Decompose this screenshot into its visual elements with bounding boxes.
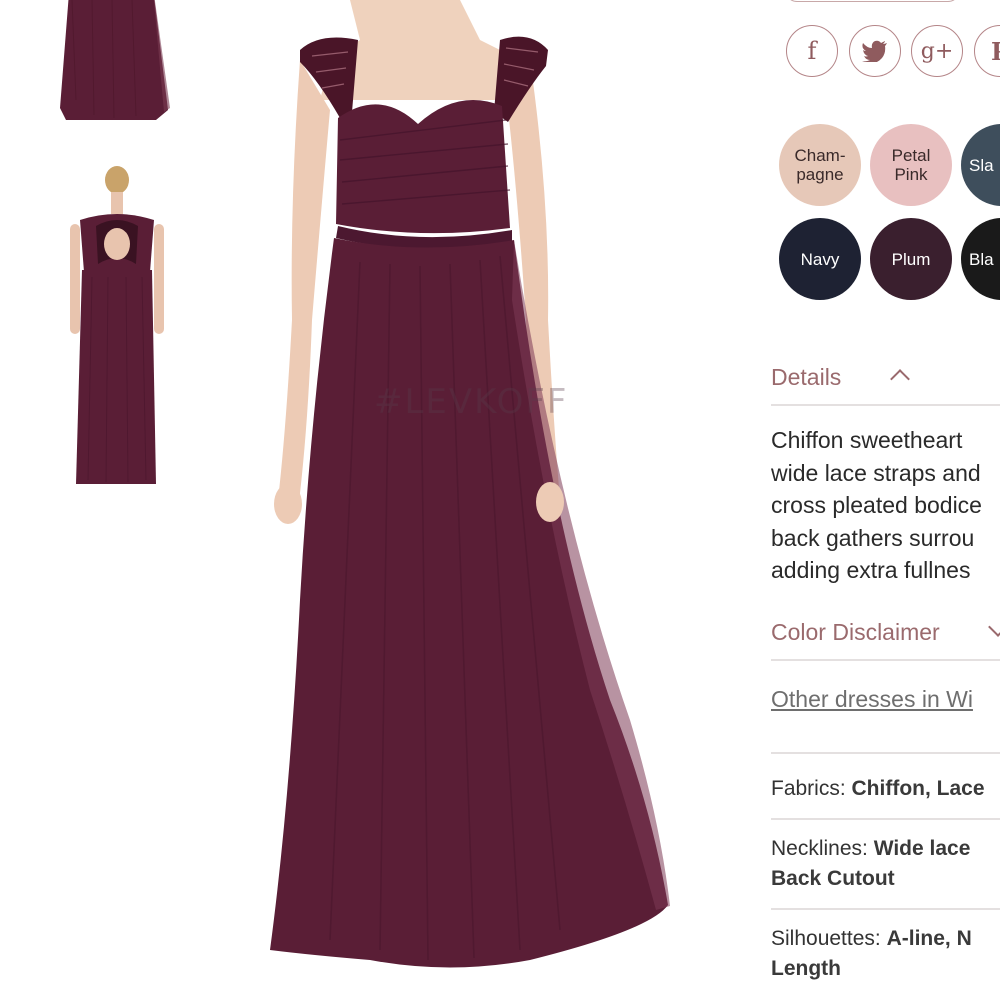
other-dresses-link[interactable]: Other dresses in Wi [771,686,973,713]
swatch-label: Plum [891,249,931,269]
divider [771,818,1000,820]
silhouettes-row: Silhouettes: A-line, N Length [771,924,1000,984]
thumbnail-front-view[interactable] [52,0,182,142]
swatch-label: Bla [969,249,994,269]
twitter-share-button[interactable] [849,25,901,77]
thumbnail-strip [0,0,200,1000]
pinterest-icon: P [990,36,1000,66]
necklines-value-cont: Back Cutout [771,867,895,890]
chevron-down-icon[interactable] [988,617,1000,637]
swatch-slate[interactable]: Sla [961,124,1000,206]
product-info-panel: f g+ P Cham- pagne Petal Pink Sla Navy P… [771,0,1000,1000]
silhouettes-value-cont: Length [771,957,841,980]
description-line: Chiffon sweetheart [771,427,963,453]
fabrics-value: Chiffon, Lace [851,777,985,800]
description-line: back gathers surrou [771,524,975,551]
description-line: wide lace straps and [771,459,981,486]
swatch-black[interactable]: Bla [961,218,1000,300]
chevron-up-icon[interactable] [890,369,910,389]
divider [771,908,1000,910]
swatch-champagne[interactable]: Cham- pagne [779,124,861,206]
necklines-row: Necklines: Wide lace Back Cutout [771,834,1000,894]
details-toggle[interactable]: Details [771,364,841,391]
fabrics-row: Fabrics: Chiffon, Lace [771,774,1000,804]
thumbnail-back-view[interactable] [58,162,168,488]
facebook-share-button[interactable]: f [786,25,838,77]
swatch-navy[interactable]: Navy [779,218,861,300]
divider [771,752,1000,754]
swatch-label: Petal Pink [891,146,931,184]
swatch-plum[interactable]: Plum [870,218,952,300]
main-product-image[interactable] [230,0,700,1000]
swatch-label: Navy [800,249,840,269]
brand-watermark: #LEVKOFF [374,382,569,422]
description-line: adding extra fullnes [771,557,971,583]
fabrics-label: Fabrics: [771,777,852,800]
silhouettes-label: Silhouettes: [771,927,887,950]
necklines-value: Wide lace [873,837,971,860]
facebook-icon: f [807,37,817,65]
swatch-label: Cham- pagne [794,146,846,184]
necklines-label: Necklines: [771,837,874,860]
twitter-icon [862,40,887,62]
google-plus-share-button[interactable]: g+ [911,25,963,77]
google-plus-icon: g+ [920,38,954,64]
description-line: cross pleated bodice [771,492,982,518]
details-description: Chiffon sweetheart wide lace straps and … [771,424,1000,587]
swatch-petal-pink[interactable]: Petal Pink [870,124,952,206]
swatch-label: Sla [969,155,994,175]
divider [771,404,1000,406]
pinterest-share-button[interactable]: P [974,25,1000,77]
silhouettes-value: A-line, N [886,927,972,950]
top-button-edge[interactable] [785,0,960,2]
divider [771,659,1000,661]
color-disclaimer-toggle[interactable]: Color Disclaimer [771,619,940,646]
